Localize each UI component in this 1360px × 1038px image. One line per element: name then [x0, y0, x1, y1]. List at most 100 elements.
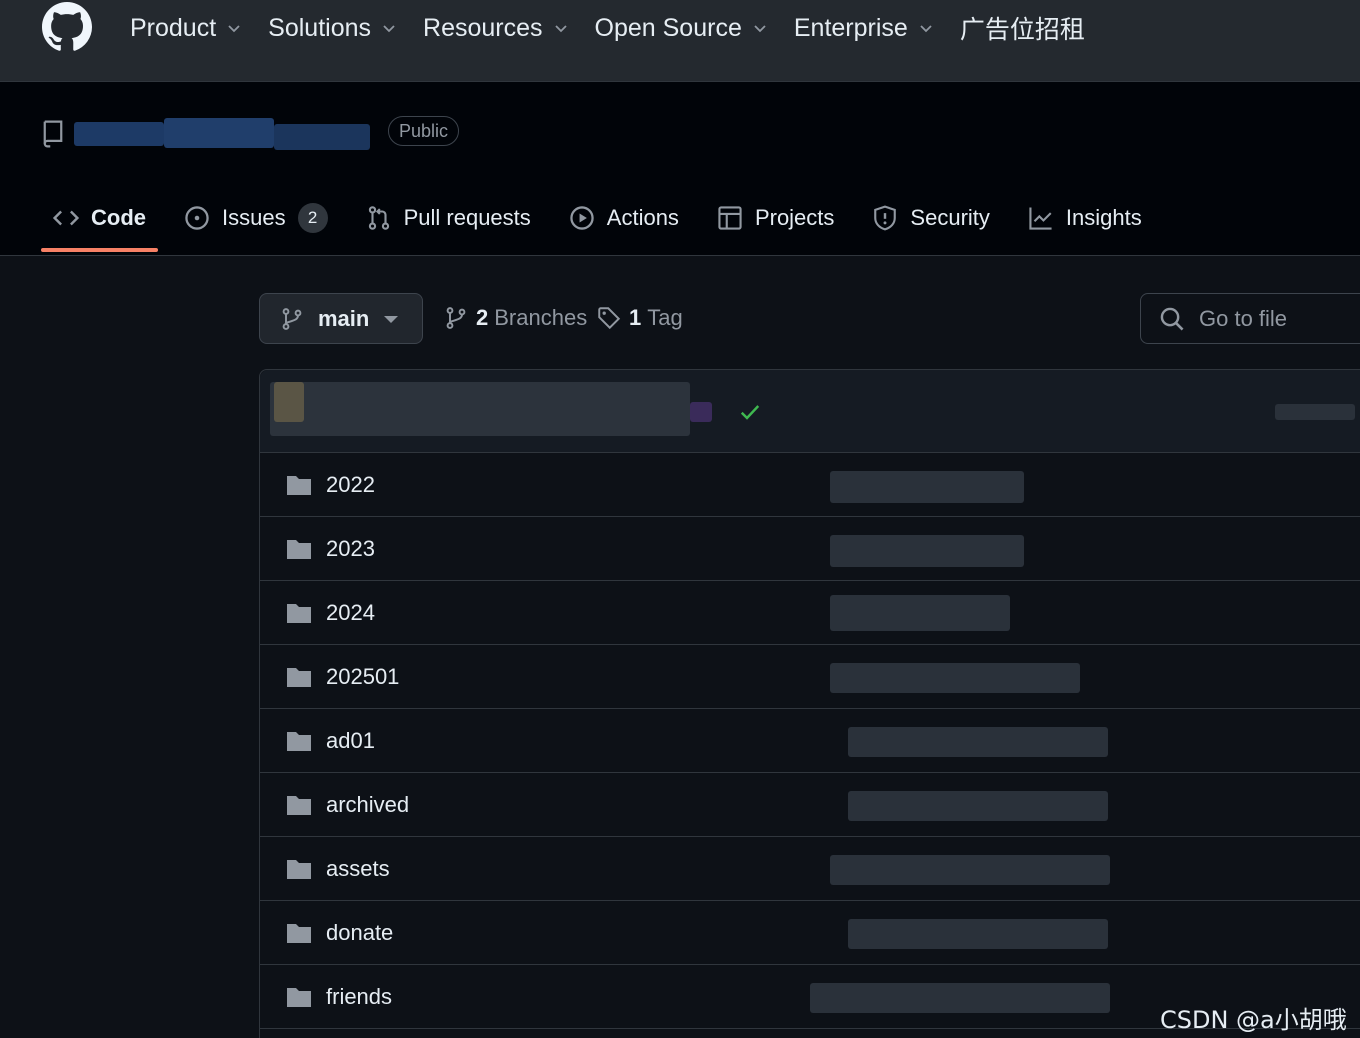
- search-icon: [1160, 307, 1184, 330]
- issue-opened-icon: [185, 206, 209, 230]
- folder-icon: [287, 476, 311, 495]
- tab-issues[interactable]: Issues 2: [172, 192, 340, 244]
- tab-code[interactable]: Code: [41, 192, 158, 252]
- file-name[interactable]: 2024: [326, 600, 375, 626]
- tags-count: 1: [629, 305, 642, 330]
- tab-actions[interactable]: Actions: [557, 192, 691, 244]
- file-row-archived[interactable]: archived: [260, 773, 1360, 837]
- redacted-commit-hash[interactable]: [1275, 404, 1355, 420]
- file-name[interactable]: 202501: [326, 664, 399, 690]
- redacted-commit-avatar: [274, 382, 304, 422]
- play-icon: [570, 206, 594, 230]
- code-icon: [53, 210, 79, 226]
- git-branch-icon: [446, 307, 466, 329]
- file-row-ad01[interactable]: ad01: [260, 709, 1360, 773]
- graph-icon: [1029, 207, 1052, 230]
- file-name[interactable]: friends: [326, 984, 392, 1010]
- tags-link[interactable]: 1 Tag: [597, 305, 683, 331]
- folder-icon: [287, 924, 311, 943]
- shield-icon: [874, 205, 897, 231]
- git-branch-icon: [282, 307, 302, 330]
- file-name[interactable]: assets: [326, 856, 390, 882]
- global-header: Product Solutions Resources Open Source …: [0, 0, 1360, 82]
- tab-pull-requests-label: Pull requests: [403, 205, 531, 230]
- branch-select-button[interactable]: main: [259, 293, 423, 344]
- tab-pull-requests[interactable]: Pull requests: [354, 192, 543, 244]
- nav-open-source[interactable]: Open Source: [595, 14, 768, 43]
- folder-icon: [287, 796, 311, 815]
- redacted-commit-message[interactable]: [848, 727, 1108, 757]
- branches-link[interactable]: 2 Branches: [444, 305, 587, 331]
- file-name[interactable]: archived: [326, 792, 409, 818]
- table-icon: [718, 206, 742, 230]
- file-name[interactable]: 2022: [326, 472, 375, 498]
- sparkle-emoji-icon: [690, 402, 712, 422]
- latest-commit-row: [260, 370, 1360, 453]
- nav-product-label: Product: [130, 13, 217, 42]
- file-row-2022[interactable]: 2022: [260, 453, 1360, 517]
- redacted-commit-message[interactable]: [848, 919, 1108, 949]
- nav-resources-label: Resources: [423, 13, 543, 42]
- check-icon[interactable]: [738, 400, 762, 424]
- redacted-commit-message[interactable]: [848, 791, 1108, 821]
- folder-icon: [287, 988, 311, 1007]
- file-name[interactable]: donate: [326, 920, 393, 946]
- nav-solutions[interactable]: Solutions: [268, 14, 397, 43]
- chevron-down-icon: [920, 25, 932, 33]
- folder-icon: [287, 668, 311, 687]
- tab-projects-label: Projects: [754, 205, 835, 230]
- chevron-down-icon: [228, 25, 240, 33]
- tab-security[interactable]: Security: [860, 192, 1001, 244]
- nav-open-source-label: Open Source: [594, 13, 742, 42]
- redacted-commit-message[interactable]: [830, 535, 1024, 567]
- file-name[interactable]: ad01: [326, 728, 375, 754]
- tab-actions-label: Actions: [606, 205, 679, 230]
- go-to-file-search[interactable]: [1140, 293, 1360, 344]
- branch-name: main: [318, 305, 370, 331]
- branches-label: Branches: [494, 305, 588, 330]
- go-to-file-input[interactable]: [1199, 305, 1359, 332]
- redacted-commit-message[interactable]: [830, 855, 1110, 885]
- nav-enterprise[interactable]: Enterprise: [794, 14, 934, 43]
- file-row-donate[interactable]: donate: [260, 901, 1360, 965]
- redacted-commit-message[interactable]: [830, 595, 1010, 631]
- tab-insights[interactable]: Insights: [1016, 192, 1154, 244]
- global-nav: Product Solutions Resources Open Source …: [130, 10, 1111, 46]
- folder-icon: [287, 604, 311, 623]
- folder-icon: [287, 540, 311, 559]
- repo-header: Public Code Issues 2 Pull requests Actio…: [0, 82, 1360, 256]
- nav-ad-link[interactable]: 广告位招租: [960, 10, 1085, 46]
- tab-projects[interactable]: Projects: [705, 192, 846, 244]
- csdn-watermark: CSDN @a小胡哦: [1160, 1006, 1347, 1034]
- chevron-down-icon: [554, 25, 567, 33]
- nav-enterprise-label: Enterprise: [793, 13, 908, 42]
- file-row-202501[interactable]: 202501: [260, 645, 1360, 709]
- redacted-commit-message[interactable]: [830, 471, 1024, 503]
- redacted-commit-author: [270, 382, 690, 436]
- branches-count: 2: [476, 305, 489, 330]
- folder-icon: [287, 732, 311, 751]
- issues-count-badge: 2: [297, 203, 328, 233]
- redacted-commit-message[interactable]: [810, 983, 1110, 1013]
- repo-tabs: Code Issues 2 Pull requests Actions Proj…: [41, 192, 1168, 252]
- tag-icon: [598, 307, 621, 330]
- nav-resources[interactable]: Resources: [423, 14, 569, 43]
- repo-icon: [43, 120, 63, 148]
- tab-insights-label: Insights: [1065, 205, 1142, 230]
- redacted-commit-message[interactable]: [830, 663, 1080, 693]
- nav-product[interactable]: Product: [130, 14, 242, 43]
- visibility-badge: Public: [388, 116, 460, 146]
- git-pull-request-icon: [368, 206, 389, 230]
- tags-label: Tag: [647, 305, 683, 330]
- nav-solutions-label: Solutions: [268, 13, 372, 42]
- file-list: 2022 2023 2024 202501 ad01 archived asse…: [259, 369, 1360, 1038]
- file-row-2023[interactable]: 2023: [260, 517, 1360, 581]
- caret-down-icon: [384, 316, 398, 323]
- chevron-down-icon: [754, 25, 766, 33]
- tab-issues-label: Issues: [222, 205, 286, 230]
- file-name[interactable]: 2023: [326, 536, 375, 562]
- file-row-assets[interactable]: assets: [260, 837, 1360, 901]
- file-row-2024[interactable]: 2024: [260, 581, 1360, 645]
- github-logo-icon[interactable]: [42, 2, 92, 52]
- redacted-repo-path[interactable]: [74, 118, 374, 154]
